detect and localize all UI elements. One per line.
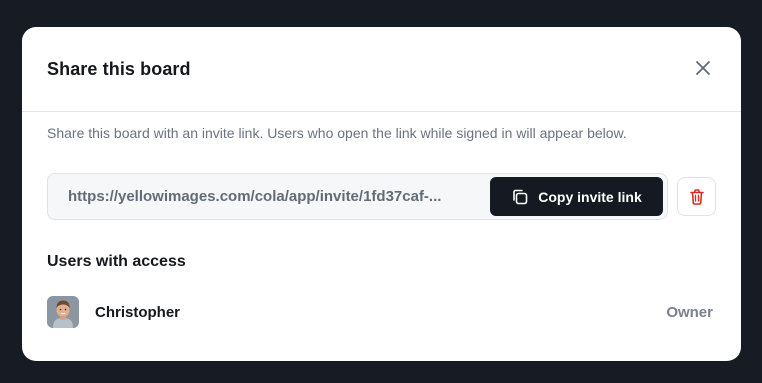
share-board-dialog: Share this board Share this board with a… (22, 27, 741, 361)
avatar (47, 296, 79, 328)
trash-icon (689, 188, 704, 205)
users-with-access-heading: Users with access (47, 253, 186, 270)
dialog-header: Share this board (22, 27, 741, 112)
user-role: Owner (666, 304, 713, 321)
close-icon (696, 61, 710, 75)
copy-invite-link-label: Copy invite link (538, 188, 642, 205)
user-name: Christopher (95, 304, 181, 321)
user-list-item: Christopher Owner (47, 296, 713, 329)
copy-invite-link-button[interactable]: Copy invite link (490, 177, 663, 216)
dialog-description: Share this board with an invite link. Us… (47, 125, 627, 141)
dialog-title: Share this board (47, 59, 191, 79)
close-button[interactable] (693, 58, 713, 78)
invite-link-text[interactable]: https://yellowimages.com/cola/app/invite… (68, 188, 468, 205)
delete-invite-link-button[interactable] (677, 177, 716, 216)
invite-link-field[interactable]: https://yellowimages.com/cola/app/invite… (47, 173, 668, 220)
copy-icon (513, 189, 528, 204)
